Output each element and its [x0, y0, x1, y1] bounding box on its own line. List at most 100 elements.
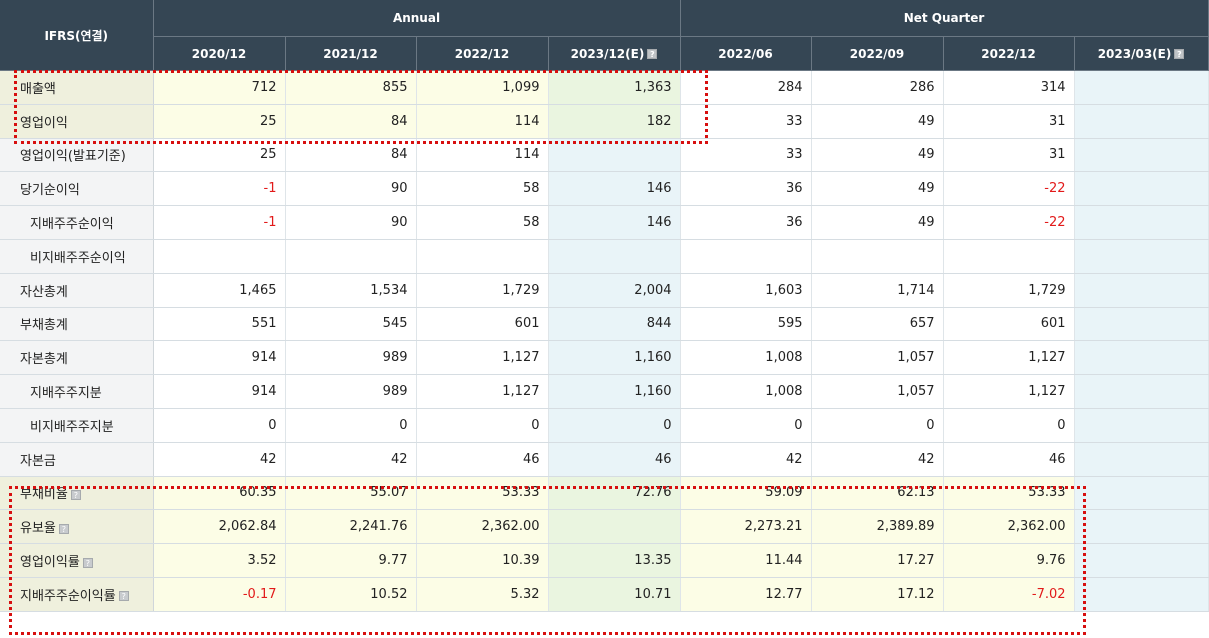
row-label-text: 지배주주지분 — [30, 386, 102, 402]
table-cell: 0 — [416, 408, 549, 443]
table-row: 자본총계 914 989 1,127 1,160 1,008 1,057 1,127 — [0, 340, 1209, 376]
table-cell: 55.07 — [285, 476, 417, 511]
table-cell: 58 — [416, 205, 549, 240]
table-cell: 1,465 — [153, 273, 286, 308]
table-cell — [1074, 171, 1209, 207]
table-row: 매출액 712 855 1,099 1,363 284 286 314 — [0, 70, 1209, 105]
table-cell: -0.17 — [153, 577, 286, 612]
row-label-text: 매출액 — [20, 81, 56, 97]
table-cell: 601 — [416, 307, 549, 342]
table-row: 지배주주순이익률? -0.17 10.52 5.32 10.71 12.77 17.12 -7… — [0, 577, 1209, 612]
row-label-text: 비지배주주지분 — [30, 419, 114, 435]
table-cell — [1074, 70, 1209, 105]
table-cell: 1,127 — [943, 340, 1075, 376]
table-cell: 46 — [943, 442, 1075, 477]
table-row: 당기순이익 -1 90 58 146 36 49 -22 — [0, 171, 1209, 207]
table-cell: 1,729 — [416, 273, 549, 308]
table-cell: 146 — [548, 205, 681, 240]
table-cell: 855 — [285, 70, 417, 105]
help-icon[interactable]: ? — [118, 591, 129, 602]
table-cell: 1,603 — [680, 273, 812, 308]
table-cell — [153, 239, 286, 274]
table-cell: -7.02 — [943, 577, 1075, 612]
table-cell: 5.32 — [416, 577, 549, 612]
table-cell: 1,160 — [548, 340, 681, 376]
table-cell: 1,057 — [811, 374, 944, 409]
row-label: 영업이익(발표기준) — [0, 138, 154, 173]
table-row: 비지배주주지분 0 0 0 0 0 0 0 — [0, 408, 1209, 443]
row-label: 자산총계 — [0, 273, 154, 308]
table-cell — [1074, 307, 1209, 342]
table-cell: 84 — [285, 104, 417, 139]
row-label: 영업이익률? — [0, 543, 154, 578]
table-cell: 17.12 — [811, 577, 944, 612]
row-label: 지배주주지분 — [0, 374, 154, 409]
annual-header: Annual — [153, 0, 681, 37]
help-icon[interactable]: ? — [82, 557, 93, 568]
table-row: 영업이익률? 3.52 9.77 10.39 13.35 11.44 17.27 9.76 — [0, 543, 1209, 578]
table-cell: 1,127 — [416, 374, 549, 409]
row-label-text: 부채총계 — [20, 318, 68, 334]
table-cell: 1,534 — [285, 273, 417, 308]
help-icon[interactable]: ? — [647, 49, 658, 59]
table-cell: 1,127 — [416, 340, 549, 376]
table-cell — [1074, 476, 1209, 511]
table-cell: 46 — [548, 442, 681, 477]
row-label: 매출액 — [0, 70, 154, 105]
table-row: 유보율? 2,062.84 2,241.76 2,362.00 2,273.21 2,38… — [0, 509, 1209, 545]
table-row: 자산총계 1,465 1,534 1,729 2,004 1,603 1,714 1,729 — [0, 273, 1209, 308]
table-cell: 989 — [285, 374, 417, 409]
table-cell: 0 — [943, 408, 1075, 443]
period-header: 2022/12 — [416, 36, 549, 71]
help-icon[interactable]: ? — [58, 523, 69, 534]
row-label: 부채총계 — [0, 307, 154, 342]
period-header: 2022/09 — [811, 36, 944, 71]
ifrs-header: IFRS(연결) — [0, 0, 154, 71]
row-label: 당기순이익 — [0, 171, 154, 207]
table-cell: 1,008 — [680, 374, 812, 409]
table-row: 지배주주순이익 -1 90 58 146 36 49 -22 — [0, 205, 1209, 240]
row-label-text: 비지배주주순이익 — [30, 250, 126, 266]
table-cell: 13.35 — [548, 543, 681, 578]
table-cell: 2,241.76 — [285, 509, 417, 545]
table-cell: 1,160 — [548, 374, 681, 409]
table-cell: 182 — [548, 104, 681, 139]
help-icon[interactable]: ? — [70, 489, 81, 500]
table-cell: 11.44 — [680, 543, 812, 578]
row-label: 비지배주주순이익 — [0, 239, 154, 274]
table-cell: 595 — [680, 307, 812, 342]
table-cell: 914 — [153, 340, 286, 376]
period-header: 2020/12 — [153, 36, 286, 71]
table-cell: 46 — [416, 442, 549, 477]
period-label: 2023/12(E) — [570, 46, 645, 61]
table-cell: 10.52 — [285, 577, 417, 612]
table-cell — [1074, 577, 1209, 612]
table-cell: 9.76 — [943, 543, 1075, 578]
table-cell: 49 — [811, 171, 944, 207]
table-cell: 90 — [285, 205, 417, 240]
table-cell: 3.52 — [153, 543, 286, 578]
table-cell: 31 — [943, 138, 1075, 173]
table-cell: 72.76 — [548, 476, 681, 511]
row-label-text: 자산총계 — [20, 284, 68, 300]
table-cell: -22 — [943, 171, 1075, 207]
table-cell: 1,127 — [943, 374, 1075, 409]
table-cell: 49 — [811, 138, 944, 173]
table-cell: 1,057 — [811, 340, 944, 376]
table-cell: 1,099 — [416, 70, 549, 105]
help-icon[interactable]: ? — [1174, 49, 1185, 59]
row-label-text: 부채비율 — [20, 487, 68, 503]
table-cell: 42 — [153, 442, 286, 477]
table-cell: 10.71 — [548, 577, 681, 612]
row-label: 지배주주순이익 — [0, 205, 154, 240]
table-row: 지배주주지분 914 989 1,127 1,160 1,008 1,057 1,127 — [0, 374, 1209, 409]
table-cell: 62.13 — [811, 476, 944, 511]
row-label-text: 자본금 — [20, 453, 56, 469]
row-label: 자본총계 — [0, 340, 154, 376]
table-cell — [1074, 408, 1209, 443]
table-cell: 17.27 — [811, 543, 944, 578]
table-cell — [1074, 138, 1209, 173]
financial-summary-table: IFRS(연결) Annual Net Quarter 2020/12 2021… — [0, 0, 1209, 612]
table-cell: -22 — [943, 205, 1075, 240]
table-cell: 712 — [153, 70, 286, 105]
